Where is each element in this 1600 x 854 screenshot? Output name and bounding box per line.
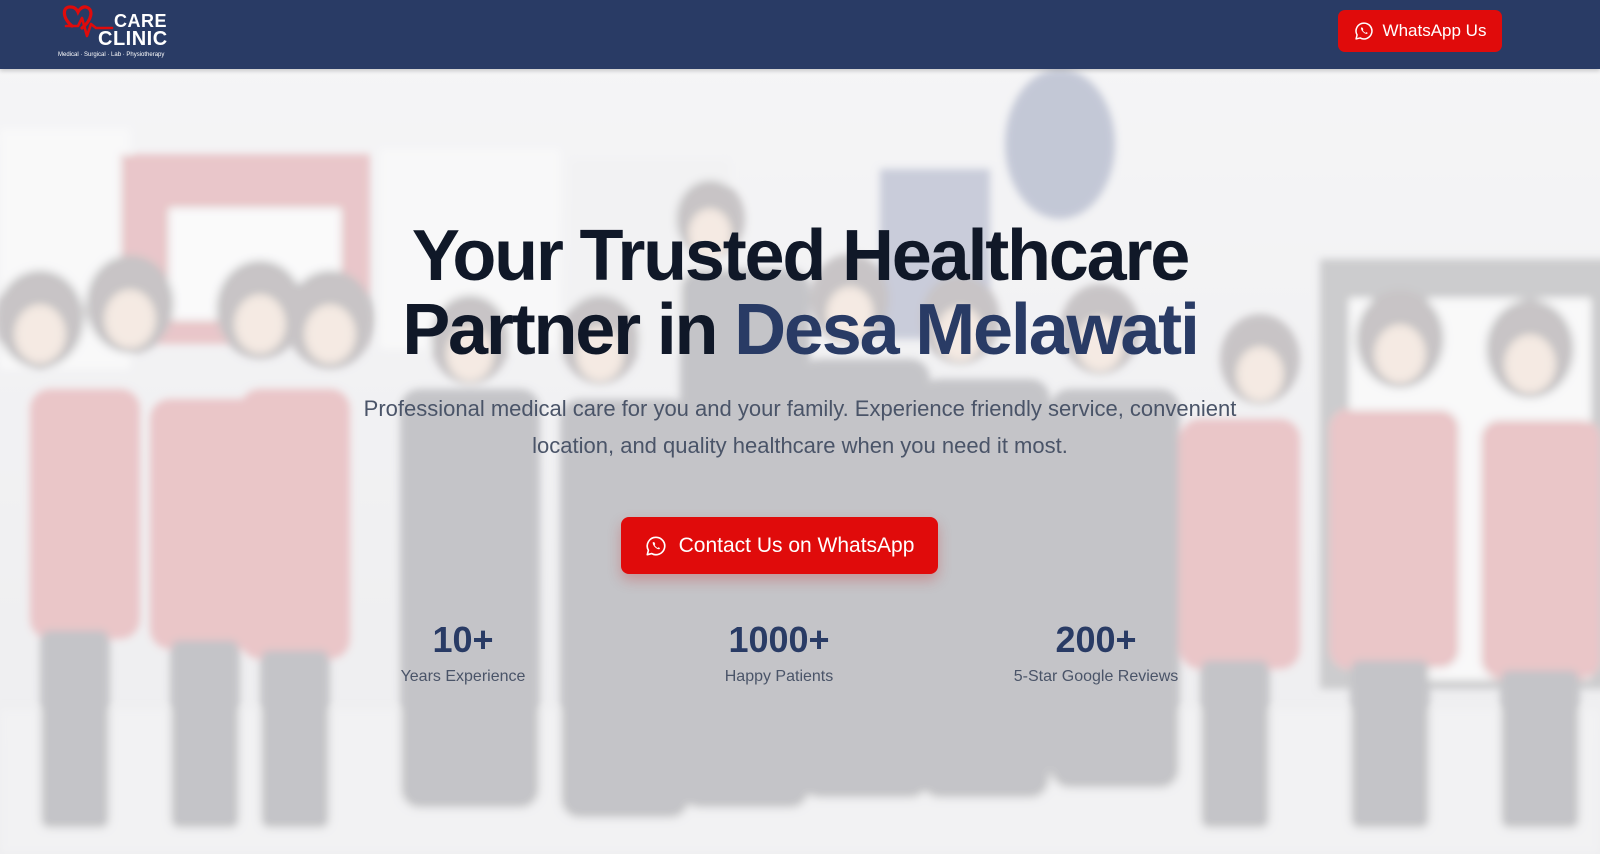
stat-years-experience: 10+ Years Experience bbox=[313, 619, 613, 687]
headline-line-2-prefix: Partner in bbox=[402, 290, 735, 370]
stat-label: Years Experience bbox=[400, 668, 526, 685]
stat-happy-patients: 1000+ Happy Patients bbox=[629, 619, 929, 687]
stat-google-reviews: 200+ 5-Star Google Reviews bbox=[946, 619, 1246, 687]
contact-whatsapp-label: Contact Us on WhatsApp bbox=[678, 533, 915, 557]
hero-section: Your Trusted Healthcare Partner in Desa … bbox=[0, 69, 1600, 854]
headline-location-accent: Desa Melawati bbox=[734, 290, 1200, 370]
hero-description: Professional medical care for you and yo… bbox=[363, 396, 1237, 458]
hero-headline: Your Trusted Healthcare Partner in Desa … bbox=[0, 219, 1600, 367]
clinic-logo[interactable]: CARE CLINIC Medical · Surgical · Lab · P… bbox=[58, 4, 178, 60]
contact-whatsapp-button[interactable]: Contact Us on WhatsApp bbox=[621, 517, 938, 574]
stat-label: 5-Star Google Reviews bbox=[1013, 668, 1179, 685]
logo-tagline: Medical · Surgical · Lab · Physiotherapy bbox=[58, 52, 165, 58]
logo-clinic-text: CLINIC bbox=[98, 28, 168, 50]
stat-value: 200+ bbox=[1055, 619, 1137, 660]
whatsapp-us-button[interactable]: WhatsApp Us bbox=[1338, 10, 1502, 52]
stat-value: 1000+ bbox=[728, 619, 830, 660]
whatsapp-us-label: WhatsApp Us bbox=[1382, 21, 1487, 40]
stat-label: Happy Patients bbox=[724, 668, 834, 685]
stat-value: 10+ bbox=[432, 619, 494, 660]
headline-line-1: Your Trusted Healthcare bbox=[411, 216, 1191, 296]
whatsapp-icon bbox=[646, 535, 666, 556]
top-navigation-bar: CARE CLINIC Medical · Surgical · Lab · P… bbox=[0, 0, 1600, 69]
whatsapp-icon bbox=[1354, 22, 1373, 40]
